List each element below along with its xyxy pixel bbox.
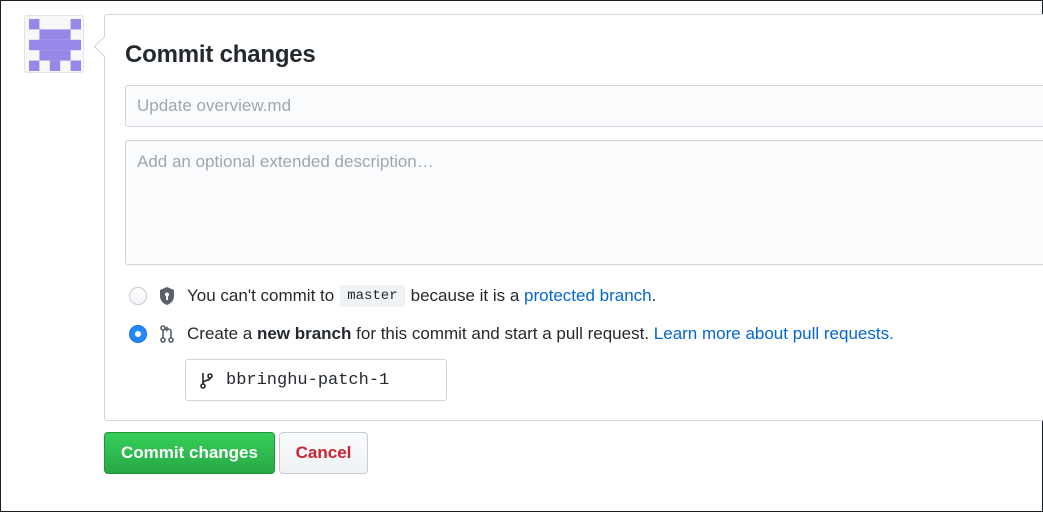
protected-branch-link[interactable]: protected branch xyxy=(524,286,652,306)
commit-changes-button[interactable]: Commit changes xyxy=(104,432,275,474)
direct-commit-text-before: You can't commit to xyxy=(187,286,335,305)
new-branch-text-after: for this commit and start a pull request… xyxy=(356,324,650,343)
new-branch-text-before: Create a xyxy=(187,324,253,343)
commit-description-input[interactable] xyxy=(125,140,1043,265)
avatar[interactable] xyxy=(24,15,84,73)
radio-direct-commit[interactable] xyxy=(129,287,147,305)
branch-icon xyxy=(200,371,216,389)
commit-summary-input[interactable] xyxy=(125,85,1043,127)
identicon-icon xyxy=(29,19,81,71)
new-branch-bold: new branch xyxy=(256,324,352,343)
option-direct-commit: You can't commit to master because it is… xyxy=(129,285,656,307)
option-new-branch: Create a new branch for this commit and … xyxy=(129,324,894,344)
lock-shield-icon xyxy=(157,286,177,306)
direct-commit-suffix: . xyxy=(651,286,657,305)
branch-name-field xyxy=(185,359,447,401)
radio-new-branch[interactable] xyxy=(129,325,147,343)
protected-branch-name: master xyxy=(340,285,405,307)
direct-commit-text-after: because it is a xyxy=(410,286,520,305)
cancel-button[interactable]: Cancel xyxy=(279,432,368,474)
learn-more-pull-requests-link[interactable]: Learn more about pull requests. xyxy=(654,324,894,344)
speech-caret xyxy=(93,35,116,58)
branch-name-input[interactable] xyxy=(226,370,426,390)
commit-form: Commit changes You can't commit to maste… xyxy=(93,14,1043,421)
form-title: Commit changes xyxy=(125,41,316,68)
pull-request-icon xyxy=(157,324,177,344)
